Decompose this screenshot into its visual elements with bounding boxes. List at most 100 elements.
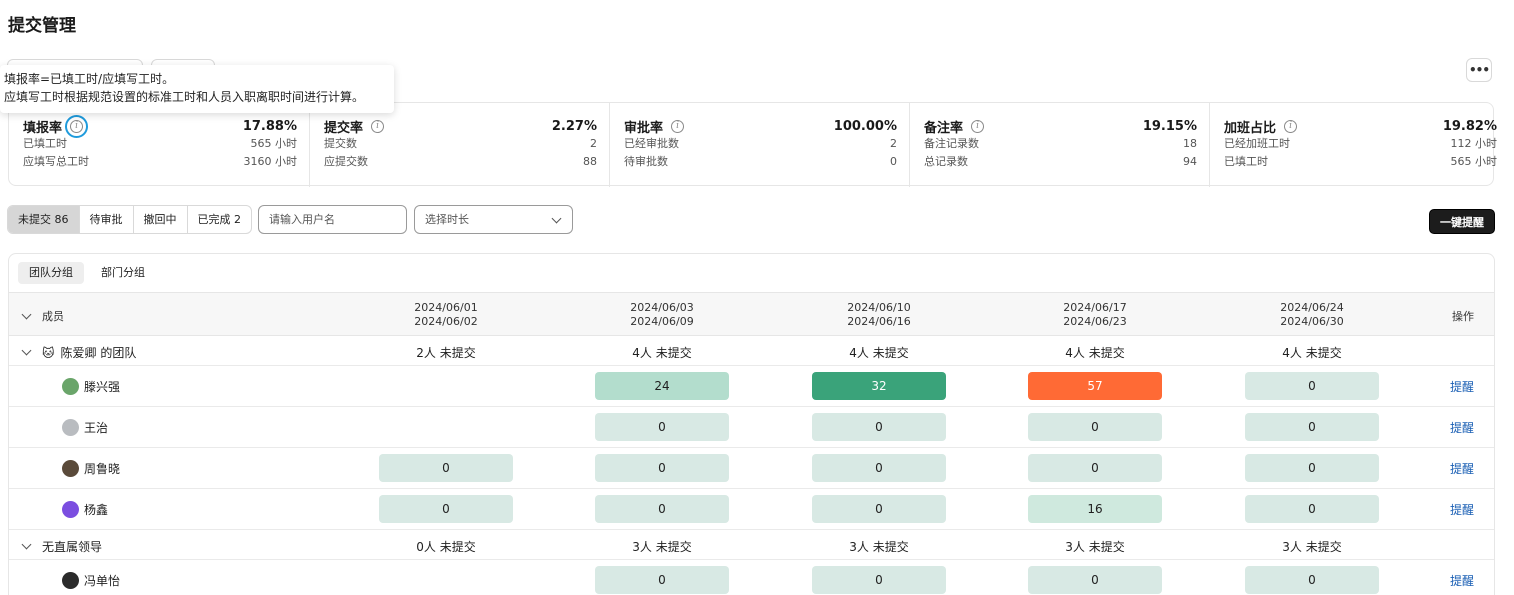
hours-cell[interactable]: 0 [812, 566, 946, 594]
group-summary: 4人 未提交 [1065, 346, 1125, 360]
info-icon[interactable]: i [371, 119, 385, 133]
member-name: 王治 [84, 421, 109, 435]
metric-row-label: 已经加班工时 [1224, 137, 1290, 150]
hours-cell[interactable]: 0 [812, 454, 946, 482]
group-name: 无直属领导 [42, 540, 103, 554]
table-row: 王治 0 0 0 0 提醒 [9, 407, 1494, 448]
metric-row: 已填工时 565 小时 [1224, 153, 1497, 171]
metric-row: 提交数 2 [324, 135, 597, 153]
info-icon[interactable]: i [65, 114, 89, 138]
remind-all-button[interactable]: 一键提醒 [1429, 209, 1495, 234]
hours-cell[interactable]: 0 [1245, 566, 1379, 594]
member-label: 滕兴强 [62, 378, 120, 395]
group-row[interactable]: 无直属领导 0人 未提交 3人 未提交 3人 未提交 3人 未提交 3人 未提交 [9, 530, 1494, 560]
ops-header: 操作 [1452, 310, 1474, 323]
remind-link[interactable]: 提醒 [1450, 572, 1474, 589]
member-name: 杨鑫 [84, 503, 109, 517]
more-options-button[interactable]: ••• [1466, 58, 1492, 82]
hours-cell[interactable]: 0 [595, 495, 729, 523]
hours-cell[interactable]: 0 [1245, 413, 1379, 441]
hours-cell[interactable]: 24 [595, 372, 729, 400]
collapse-all-icon[interactable] [21, 309, 32, 319]
hours-cell[interactable]: 32 [812, 372, 946, 400]
table-row: 滕兴强 24 32 57 0 提醒 [9, 366, 1494, 407]
info-icon[interactable]: i [1284, 119, 1298, 133]
hours-cell[interactable]: 0 [1028, 413, 1162, 441]
metric-row: 应提交数 88 [324, 153, 597, 171]
metric-row-label: 待审批数 [624, 155, 668, 168]
period-start: 2024/06/03 [630, 301, 694, 314]
avatar [62, 572, 79, 589]
period-start: 2024/06/01 [414, 301, 478, 314]
metric-value: 17.88% [242, 118, 297, 134]
metric-block: 提交率 i 2.27% 提交数 2 应提交数 88 [309, 103, 609, 187]
hours-cell[interactable]: 0 [1245, 454, 1379, 482]
metric-row-label: 提交数 [324, 137, 357, 150]
metric-block: 加班占比 i 19.82% 已经加班工时 112 小时已填工时 565 小时 [1209, 103, 1509, 187]
metric-row-label: 总记录数 [924, 155, 968, 168]
hours-cell[interactable]: 0 [1028, 454, 1162, 482]
group-summary: 4人 未提交 [849, 346, 909, 360]
group-tab[interactable]: 部门分组 [90, 262, 156, 284]
period-end: 2024/06/23 [1063, 315, 1127, 328]
group-name: 陈爱卿 的团队 [60, 346, 137, 360]
metric-value: 19.82% [1442, 118, 1497, 134]
metric-head: 加班占比 i 19.82% [1224, 117, 1497, 136]
period-end: 2024/06/02 [414, 315, 478, 328]
period-start: 2024/06/17 [1063, 301, 1127, 314]
group-summary: 3人 未提交 [632, 540, 692, 554]
status-tab[interactable]: 已完成 2 [186, 206, 252, 233]
submission-table: 团队分组 部门分组 成员 操作 2024/06/01 2024/06/02 2024/… [8, 253, 1495, 595]
status-tab[interactable]: 待审批 [78, 206, 133, 233]
remind-link[interactable]: 提醒 [1450, 501, 1474, 518]
remind-link[interactable]: 提醒 [1450, 378, 1474, 395]
status-tab[interactable]: 撤回中 [132, 206, 187, 233]
metric-name: 加班占比 [1224, 120, 1277, 136]
metric-row-value: 0 [890, 155, 897, 168]
metric-row-value: 3160 小时 [243, 155, 298, 168]
metrics-card: 填报率 i 17.88% 已填工时 565 小时 应填写总工时 3160 小时 提交率 i 2.2… [8, 102, 1497, 187]
period-start: 2024/06/24 [1280, 301, 1344, 314]
metric-row-label: 已经审批数 [624, 137, 679, 150]
metric-row: 备注记录数 18 [924, 135, 1197, 153]
metric-head: 备注率 i 19.15% [924, 117, 1197, 136]
hours-cell[interactable]: 0 [595, 454, 729, 482]
hours-cell[interactable]: 0 [1245, 372, 1379, 400]
hours-cell[interactable]: 0 [812, 495, 946, 523]
period-end: 2024/06/09 [630, 315, 694, 328]
period-start: 2024/06/10 [847, 301, 911, 314]
group-summary: 3人 未提交 [849, 540, 909, 554]
chevron-down-icon[interactable] [21, 345, 32, 356]
group-label[interactable]: 无直属领导 [21, 538, 102, 555]
info-icon[interactable]: i [971, 119, 985, 133]
group-row[interactable]: 🐱 陈爱卿 的团队 2人 未提交 4人 未提交 4人 未提交 4人 未提交 4人 未提交 [9, 336, 1494, 366]
hours-cell[interactable]: 0 [595, 413, 729, 441]
status-tab[interactable]: 未提交 86 [8, 206, 79, 233]
hours-cell[interactable]: 0 [379, 495, 513, 523]
table-row: 冯单怡 0 0 0 0 提醒 [9, 560, 1494, 595]
duration-select[interactable]: 选择时长 [414, 205, 573, 234]
group-label[interactable]: 🐱 陈爱卿 的团队 [21, 344, 136, 361]
hours-cell[interactable]: 0 [595, 566, 729, 594]
remind-link[interactable]: 提醒 [1450, 460, 1474, 477]
group-tab[interactable]: 团队分组 [18, 262, 84, 284]
hours-cell[interactable]: 57 [1028, 372, 1162, 400]
metric-head: 审批率 i 100.00% [624, 117, 897, 136]
metric-value: 2.27% [551, 118, 597, 134]
chevron-down-icon[interactable] [21, 539, 32, 550]
member-name: 周鲁晓 [84, 462, 121, 476]
hours-cell[interactable]: 0 [1245, 495, 1379, 523]
metric-row: 已经加班工时 112 小时 [1224, 135, 1497, 153]
member-header[interactable]: 成员 [21, 308, 64, 324]
metric-row-value: 112 小时 [1450, 137, 1498, 150]
hours-cell[interactable]: 16 [1028, 495, 1162, 523]
info-icon[interactable]: i [671, 119, 685, 133]
hours-cell[interactable]: 0 [379, 454, 513, 482]
username-search-input[interactable] [258, 205, 407, 234]
avatar [62, 460, 79, 477]
remind-link[interactable]: 提醒 [1450, 419, 1474, 436]
hours-cell[interactable]: 0 [812, 413, 946, 441]
period-end: 2024/06/16 [847, 315, 911, 328]
hours-cell[interactable]: 0 [1028, 566, 1162, 594]
member-label: 杨鑫 [62, 501, 108, 518]
